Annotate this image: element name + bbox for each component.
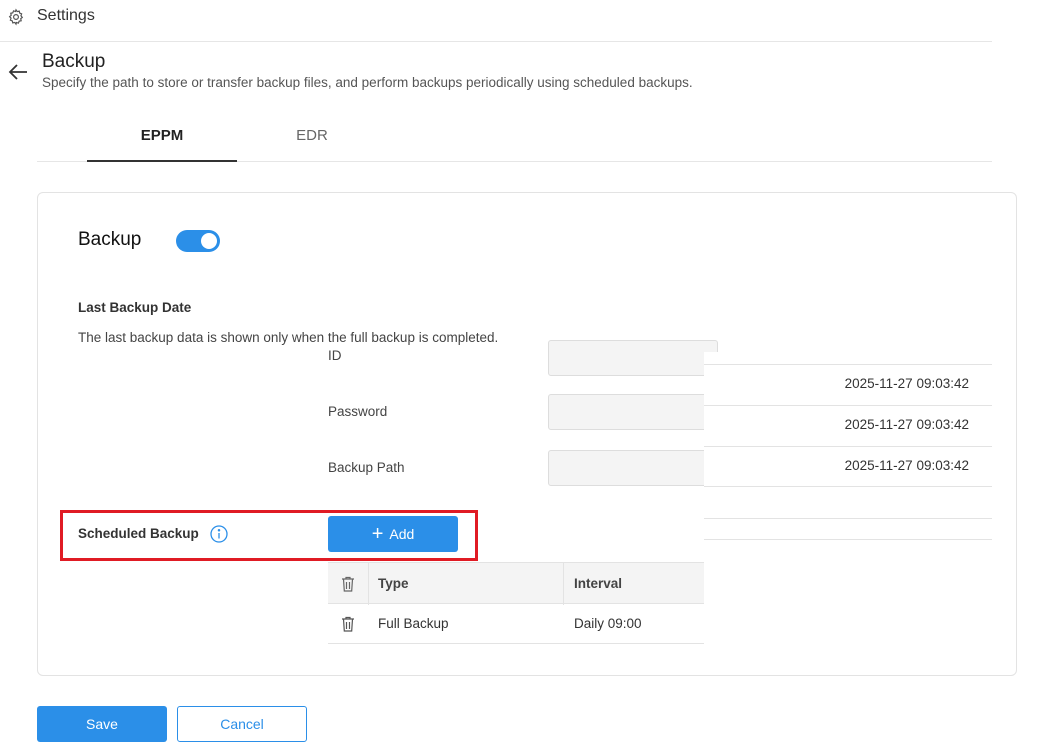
table-row: Full Backup Daily 09:00 xyxy=(328,604,704,644)
row-interval: Daily 09:00 xyxy=(574,616,642,631)
password-field[interactable] xyxy=(548,394,718,430)
gear-icon xyxy=(8,8,24,26)
column-interval: Interval xyxy=(574,576,623,591)
column-divider xyxy=(563,563,564,605)
backup-path-field[interactable] xyxy=(548,450,718,486)
tab-eppm[interactable]: EPPM xyxy=(87,114,237,162)
backup-toggle[interactable] xyxy=(176,230,220,252)
column-type: Type xyxy=(378,576,409,591)
back-arrow-icon[interactable] xyxy=(8,63,28,81)
tab-bar: EPPM EDR xyxy=(37,114,992,162)
date-row xyxy=(704,365,992,406)
backup-section-title: Backup xyxy=(78,229,142,250)
date-row xyxy=(704,519,992,540)
settings-title: Settings xyxy=(37,7,95,24)
tab-edr[interactable]: EDR xyxy=(237,114,387,162)
date-row xyxy=(704,447,992,487)
toggle-knob xyxy=(201,233,217,249)
page-subtitle: Specify the path to store or transfer ba… xyxy=(42,75,693,90)
last-backup-date-label: Last Backup Date xyxy=(78,300,192,315)
trash-icon[interactable] xyxy=(341,576,355,592)
column-divider xyxy=(368,563,369,605)
row-type: Full Backup xyxy=(378,616,449,631)
cancel-button[interactable]: Cancel xyxy=(177,706,307,742)
top-bar: Settings xyxy=(0,0,992,42)
highlight-annotation xyxy=(60,510,478,561)
backup-date-panel: 2025-11-27 09:03:42 2025-11-27 09:03:42 … xyxy=(704,352,992,540)
table-header: Type Interval xyxy=(328,562,704,605)
date-row xyxy=(704,406,992,447)
page-title: Backup xyxy=(42,51,106,72)
save-button[interactable]: Save xyxy=(37,706,167,742)
date-row xyxy=(704,352,992,365)
trash-icon[interactable] xyxy=(341,616,355,632)
scheduled-table: Type Interval Full Backup Daily 09:00 xyxy=(328,562,704,644)
password-label: Password xyxy=(328,404,388,419)
backup-path-label: Backup Path xyxy=(328,460,405,475)
date-row xyxy=(704,487,992,519)
